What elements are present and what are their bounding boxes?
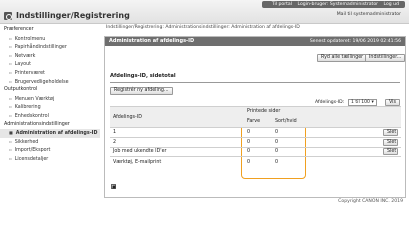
sidebar-item-calibration[interactable]: Kalibrering [0,103,100,112]
sidebar-item-network[interactable]: Netværk [0,52,100,61]
row-color-count: 0 [247,159,251,165]
sidebar-item-device-control[interactable]: Enhedskontrol [0,112,100,121]
expand-icon[interactable]: ■ [111,184,116,189]
copyright: Copyright CANON INC. 2019 [338,199,403,204]
register-new-department-button[interactable]: Registrér ny afdeling... [110,87,173,95]
printed-pages-label: Printede sider [247,109,281,114]
sidebar-item-control-menu[interactable]: Kontrolmenu [0,35,100,44]
col-header-department-id: Afdelings-ID [110,106,243,128]
table-row: Job med ukendte ID'er 0 0 Slet [110,146,401,157]
table-header-row: Afdelings-ID Printede sider Farve Sort/h… [110,106,401,128]
sidebar-item-user-maintenance[interactable]: Brugervedligeholdelse [0,78,100,87]
col-header-color: Farve [247,119,261,124]
delete-button[interactable]: Slet [383,148,398,156]
mail-admin-link[interactable]: Mail til systemadministrator [337,12,401,17]
section-title: Afdelings-ID, sidetotal [110,73,176,79]
row-bw-count: 0 [275,159,279,165]
section-divider [110,82,400,83]
sidebar-group-output-control[interactable]: Outputkontrol [0,86,100,95]
row-id: Værktøj, E-mailprint [110,156,243,167]
main-panel: Administration af afdelings-ID Senest op… [104,36,406,198]
row-color-count: 0 [247,139,251,145]
table-row: 1 0 0 Slet [110,127,401,138]
department-table: Afdelings-ID Printede sider Farve Sort/h… [110,106,401,167]
chevron-down-icon: ▾ [371,100,374,105]
sidebar-group-preferences[interactable]: Præferencer [0,26,100,35]
delete-button[interactable]: Slet [383,128,398,136]
sidebar-item-security[interactable]: Sikkerhed [0,138,100,147]
top-bar: Til portal Login-bruger: Systemadministr… [0,0,409,24]
panel-title: Administration af afdelings-ID [109,38,195,44]
row-bw-count: 0 [275,149,279,155]
table-row: Værktøj, E-mailprint 0 0 [110,156,401,167]
row-color-count: 0 [247,149,251,155]
row-id: 1 [110,127,243,138]
row-id: 2 [110,136,243,148]
page-title: Indstillinger/Registrering [16,11,130,20]
table-row: 2 0 0 Slet [110,136,401,148]
sidebar-item-department-id[interactable]: Administration af afdelings-ID [0,129,100,138]
sidebar-group-admin-settings[interactable]: Administrationsindstillinger [0,121,100,130]
row-bw-count: 0 [275,129,279,135]
row-color-count: 0 [247,129,251,135]
brand: Indstillinger/Registrering [4,11,130,20]
sidebar-item-tools-menu[interactable]: Menuen Værktøj [0,95,100,104]
panel-header: Administration af afdelings-ID Senest op… [105,37,405,46]
settings-button[interactable]: Indstillinger... [365,54,406,62]
login-user-text: Login-bruger: Systemadministrator [297,2,379,7]
row-bw-count: 0 [275,139,279,145]
portal-link[interactable]: Til portal [272,2,292,7]
sidebar-item-printer-value[interactable]: Printerværet [0,69,100,78]
page-select-label: Afdelings-ID: [315,100,345,105]
delete-button[interactable]: Slet [383,138,398,146]
sidebar-item-layout[interactable]: Layout [0,60,100,69]
show-button[interactable]: Vis [385,99,401,106]
page-range-value: 1 til 100 [351,100,370,105]
breadcrumb: Indstillinger/Registrering: Administrati… [106,25,300,30]
col-header-bw: Sort/hvid [275,119,297,124]
last-update-text: Senest opdateret: 19/06 2019 02:41:56 [309,39,401,44]
settings-gear-icon [4,11,12,20]
reset-all-counts-button[interactable]: Ryd alle tællinger [317,54,368,62]
row-id: Job med ukendte ID'er [110,146,243,157]
sidebar-item-license[interactable]: Licensdetaljer [0,155,100,164]
page-range-select[interactable]: 1 til 100 ▾ [348,99,377,106]
sidebar-item-paper-source[interactable]: Papirhåndindstillinger [0,43,100,52]
sidebar-item-import-export[interactable]: Import/Eksport [0,146,100,155]
logout-link[interactable]: Log ud [384,2,400,7]
col-header-printed-pages: Printede sider Farve Sort/hvid [243,106,306,128]
top-links: Til portal Login-bruger: Systemadministr… [261,1,405,8]
sidebar: Præferencer Kontrolmenu Papirhåndindstil… [0,26,100,212]
